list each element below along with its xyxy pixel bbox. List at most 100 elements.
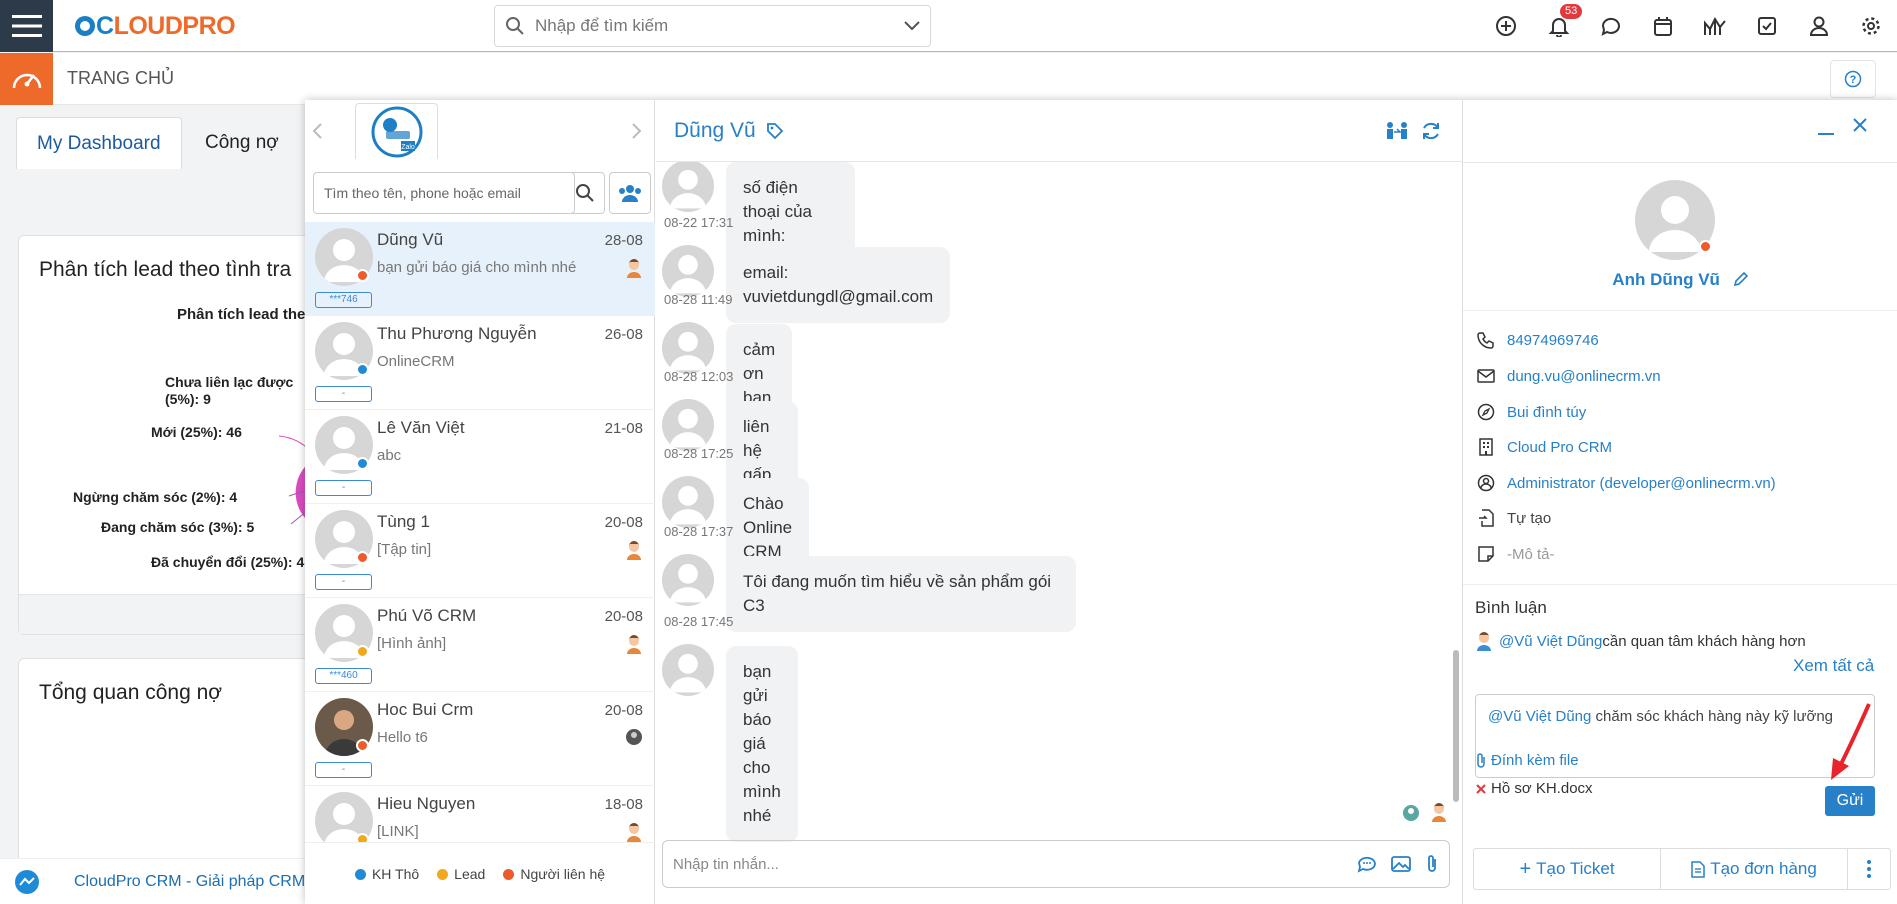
user-circle-icon: [1475, 474, 1497, 492]
conversation-column: Zalo Tìm theo tên, phone hoặc email ***7…: [305, 100, 655, 904]
email-row[interactable]: dung.vu@onlinecrm.vn: [1475, 364, 1661, 388]
hamburger-menu-button[interactable]: [0, 0, 53, 52]
conversation-item[interactable]: ***746 Dũng Vũ 28-08 bạn gửi báo giá cho mì…: [305, 222, 655, 316]
contact-type-legend: KH Thô Lead Người liên hệ: [305, 842, 655, 904]
image-icon[interactable]: [1391, 855, 1411, 873]
cloudpro-logo[interactable]: C LOUDPRO: [74, 10, 236, 42]
gear-icon[interactable]: [1858, 13, 1884, 39]
legend-dot: [354, 868, 366, 880]
card-title: Phân tích lead theo tình tra: [39, 258, 292, 281]
tab-my-dashboard[interactable]: My Dashboard: [16, 117, 182, 169]
global-search-input[interactable]: Nhập để tìm kiếm: [494, 5, 931, 47]
see-all-link[interactable]: Xem tất cả: [1793, 656, 1874, 676]
message-bubble[interactable]: bạn gửi báo giá cho mình nhé: [726, 646, 798, 842]
send-comment-button[interactable]: Gửi: [1825, 786, 1875, 816]
sender-avatar: [662, 554, 714, 606]
attach-file-label: Đính kèm file: [1491, 752, 1579, 769]
svg-text:?: ?: [1850, 74, 1857, 86]
close-icon[interactable]: [1851, 116, 1869, 134]
last-message: OnlineCRM: [377, 353, 455, 370]
sender-avatar: [662, 245, 714, 297]
tag-icon[interactable]: [766, 122, 784, 140]
quick-reply-icon[interactable]: [1357, 855, 1377, 873]
minimize-icon[interactable]: [1816, 116, 1836, 136]
chat-icon[interactable]: [1598, 13, 1624, 39]
more-options-button[interactable]: [1848, 849, 1890, 889]
conversation-item[interactable]: Hieu Nguyen 18-08 [LINK]: [305, 786, 655, 842]
conversation-search-button[interactable]: [565, 172, 605, 214]
attachment-icon[interactable]: [1425, 854, 1439, 874]
page-header-bar: [0, 53, 1897, 105]
attached-file-item: Hồ sơ KH.docx: [1475, 780, 1593, 797]
help-button[interactable]: ?: [1830, 60, 1876, 98]
calendar-icon[interactable]: [1650, 13, 1676, 39]
conversation-item[interactable]: - Thu Phương Nguyễn 26-08 OnlineCRM: [305, 316, 655, 410]
group-contacts-button[interactable]: [609, 172, 651, 214]
owner-value[interactable]: Administrator (developer@onlinecrm.vn): [1507, 475, 1776, 492]
chat-contact-name[interactable]: Dũng Vũ: [674, 119, 756, 143]
address-row[interactable]: Bui đình túy: [1475, 400, 1586, 424]
message-bubble[interactable]: email: vuvietdungdl@gmail.com: [726, 247, 951, 323]
checkbox-icon[interactable]: [1754, 13, 1780, 39]
status-dot: [356, 457, 369, 470]
read-receipt-icons: [1402, 802, 1448, 826]
description-value[interactable]: -Mô tả-: [1507, 546, 1555, 563]
plus-circle-icon[interactable]: [1493, 13, 1519, 39]
message-date: 20-08: [604, 608, 643, 625]
conversation-item[interactable]: ***460 Phú Võ CRM 20-08 [Hình ảnh]: [305, 598, 655, 692]
address-value[interactable]: Bui đình túy: [1507, 404, 1586, 421]
comment-mention[interactable]: @Vũ Việt Dũng: [1499, 633, 1602, 650]
last-message: [Hình ảnh]: [377, 635, 447, 652]
message-bubble[interactable]: Tôi đang muốn tìm hiểu về sản phẩm gói C…: [726, 556, 1076, 632]
chevron-right-icon[interactable]: [631, 122, 643, 140]
company-row[interactable]: Cloud Pro CRM: [1475, 435, 1612, 459]
dashboard-icon[interactable]: [0, 53, 53, 105]
note-icon: [1475, 546, 1497, 562]
remove-icon[interactable]: [1475, 783, 1487, 795]
edit-icon[interactable]: [1733, 271, 1749, 287]
conversation-item[interactable]: - Lê Văn Việt 21-08 abc: [305, 410, 655, 504]
chart-label: (5%): 9: [165, 391, 211, 407]
cloud-logo-icon: [75, 16, 95, 36]
contact-info-column: Anh Dũng Vũ 84974969746 dung.vu@onlinecr…: [1462, 100, 1897, 904]
footer-bar: CloudPro CRM - Giải pháp CRM: [0, 858, 320, 904]
refresh-icon[interactable]: [1420, 120, 1442, 142]
message-scrollbar[interactable]: [1453, 650, 1459, 802]
chart-icon[interactable]: [1702, 13, 1728, 39]
owner-row[interactable]: Administrator (developer@onlinecrm.vn): [1475, 471, 1776, 495]
assignee-avatar-icon: [625, 634, 643, 654]
chevron-left-icon[interactable]: [311, 122, 323, 140]
attached-file-name[interactable]: Hồ sơ KH.docx: [1491, 780, 1593, 797]
sender-avatar: [662, 644, 714, 696]
contact-full-name: Anh Dũng Vũ: [1463, 270, 1897, 290]
chat-window: Zalo Tìm theo tên, phone hoặc email ***7…: [305, 100, 1897, 904]
tab-cong-no[interactable]: Công nợ: [185, 117, 299, 169]
transfer-users-icon[interactable]: [1384, 120, 1410, 142]
create-ticket-button[interactable]: + Tạo Ticket: [1474, 849, 1661, 889]
user-avatar-icon: [1477, 632, 1491, 651]
zalo-logo-icon: Zalo: [371, 106, 422, 157]
chat-header: Dũng Vũ: [656, 100, 1462, 162]
company-value[interactable]: Cloud Pro CRM: [1507, 439, 1612, 456]
footer-text[interactable]: CloudPro CRM - Giải pháp CRM: [74, 873, 305, 891]
phone-row[interactable]: 84974969746: [1475, 328, 1599, 352]
card-title: Tổng quan công nợ: [39, 681, 223, 704]
phone-value[interactable]: 84974969746: [1507, 332, 1599, 349]
zalo-channel-tab[interactable]: Zalo: [355, 103, 438, 159]
conversation-list: ***746 Dũng Vũ 28-08 bạn gửi báo giá cho mì…: [305, 222, 655, 842]
phone-tag: -: [315, 574, 372, 590]
chevron-down-icon: [904, 21, 920, 31]
conversation-item[interactable]: - Tùng 1 20-08 [Tập tin]: [305, 504, 655, 598]
attach-file-link[interactable]: Đính kèm file: [1475, 752, 1579, 769]
description-row[interactable]: -Mô tả-: [1475, 542, 1555, 566]
chart-label: Đang chăm sóc (3%): 5: [101, 519, 255, 535]
message-input[interactable]: Nhập tin nhắn...: [662, 840, 1450, 888]
message-list: số điện thoại của mình: 097496974608-22 …: [656, 162, 1462, 842]
create-order-button[interactable]: Tạo đơn hàng: [1661, 849, 1848, 889]
phone-tag: ***746: [315, 292, 372, 308]
contact-full-name-text: Anh Dũng Vũ: [1612, 270, 1720, 289]
user-icon[interactable]: [1806, 13, 1832, 39]
conversation-search-input[interactable]: Tìm theo tên, phone hoặc email: [313, 172, 575, 214]
email-value[interactable]: dung.vu@onlinecrm.vn: [1507, 368, 1661, 385]
conversation-item[interactable]: - Hoc Bui Crm 20-08 Hello t6: [305, 692, 655, 786]
